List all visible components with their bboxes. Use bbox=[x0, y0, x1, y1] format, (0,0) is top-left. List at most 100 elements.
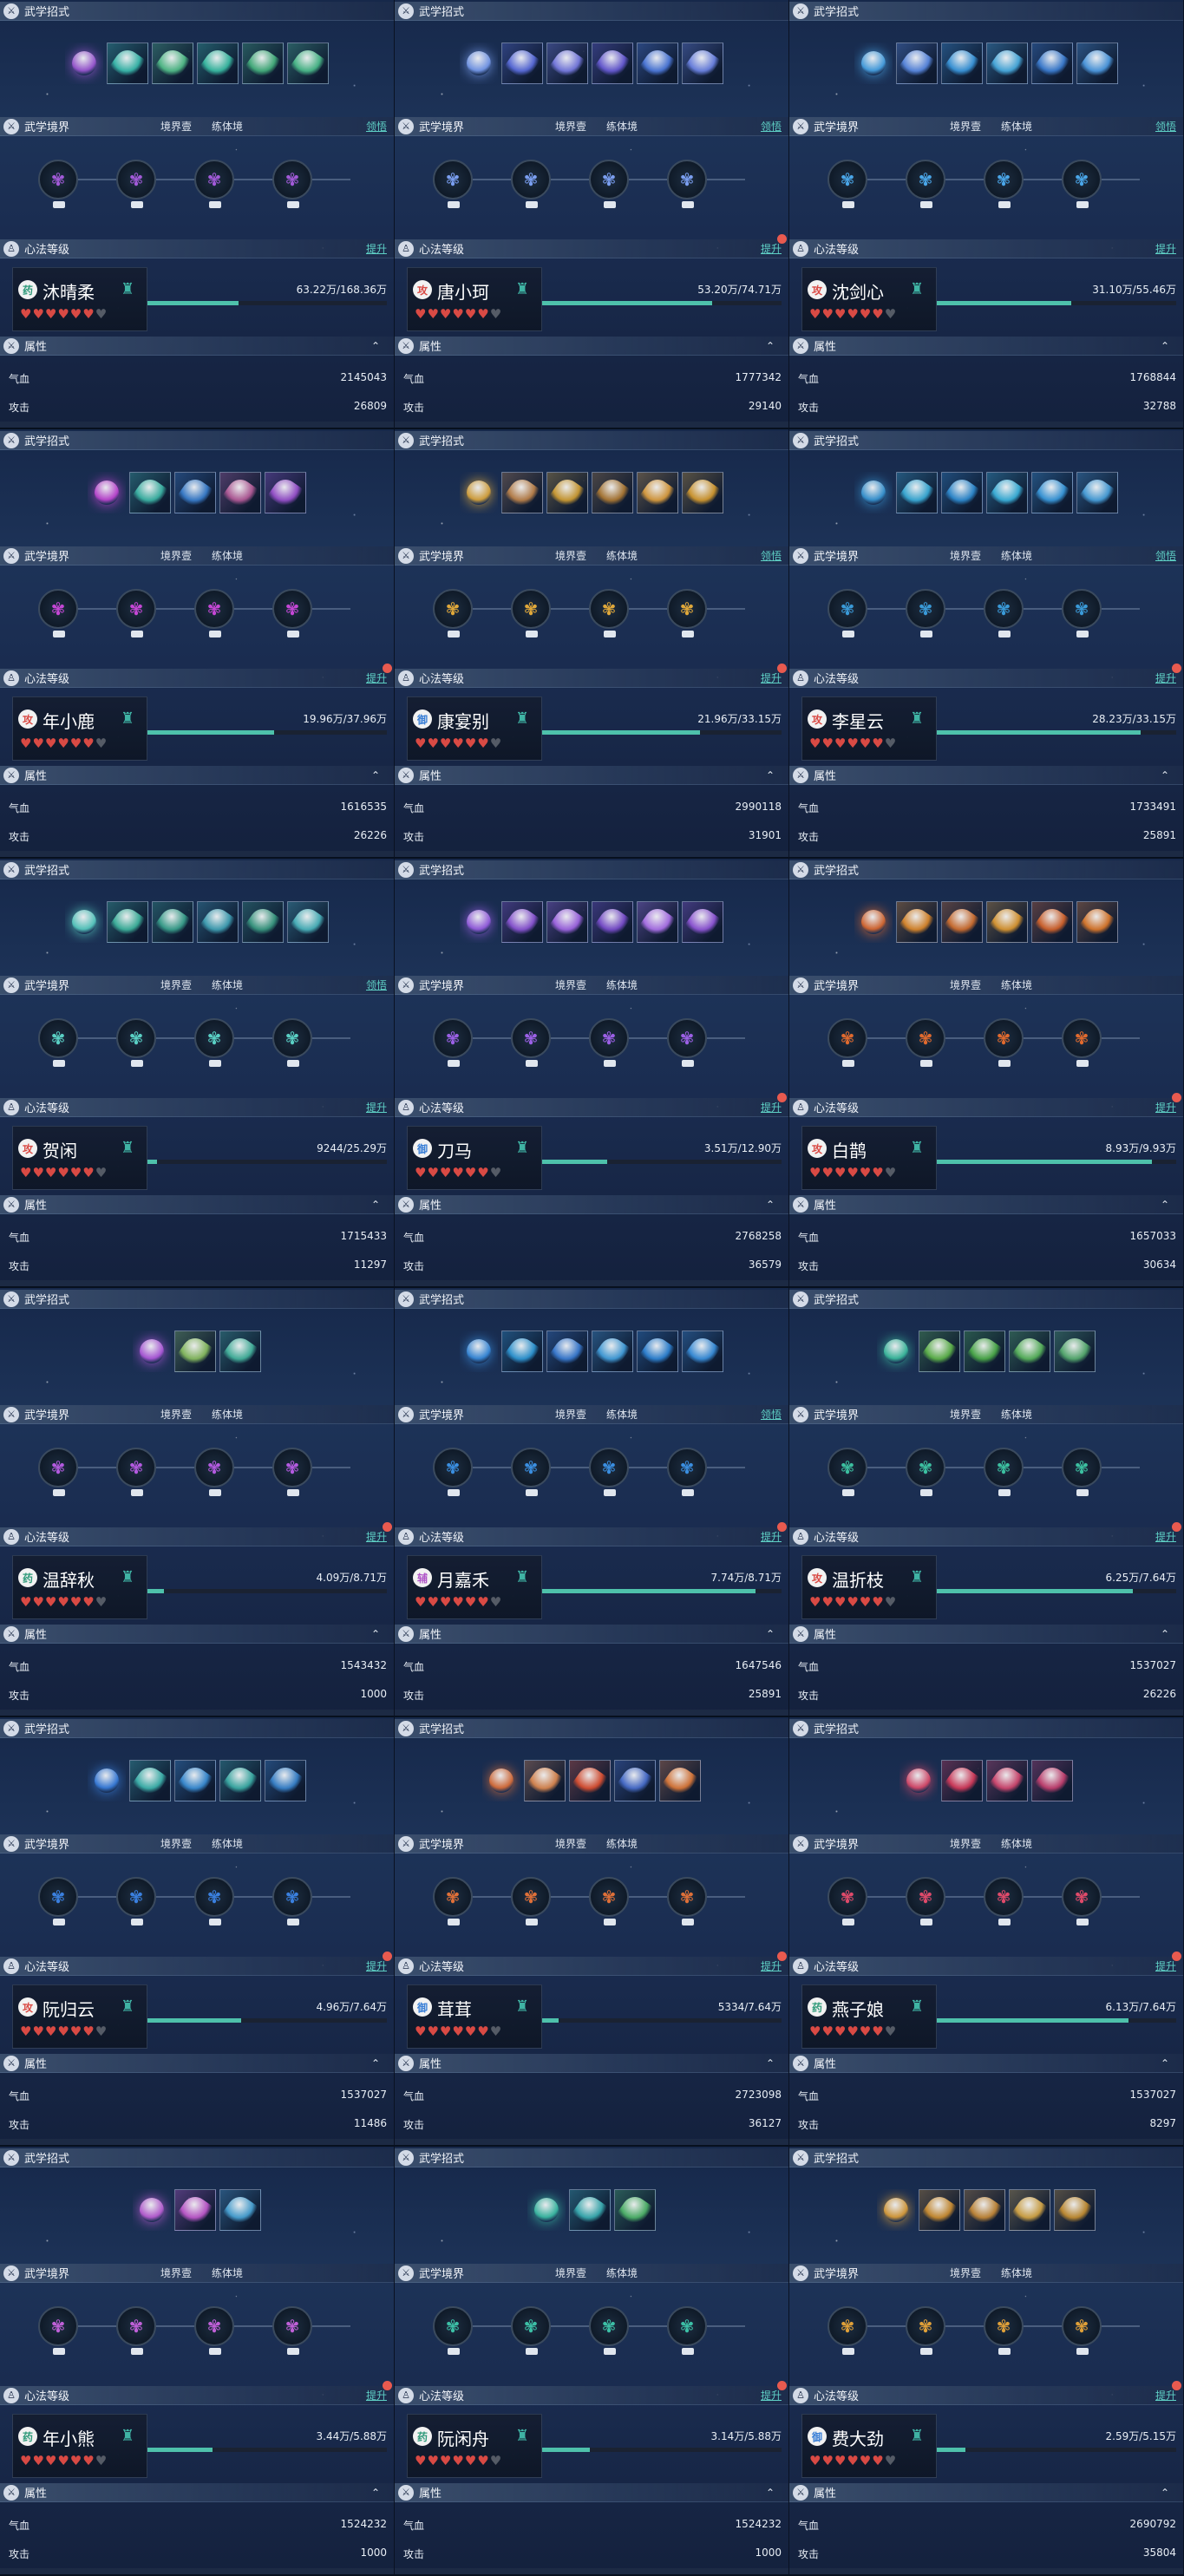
main-skill-icon[interactable] bbox=[460, 42, 498, 84]
character-card[interactable]: 御 刀马 ♜ ♥♥♥♥♥♥♥ bbox=[407, 1126, 542, 1190]
main-skill-icon[interactable] bbox=[854, 901, 893, 943]
main-skill-icon[interactable] bbox=[65, 901, 103, 943]
realm-node-icon[interactable]: ✾ bbox=[984, 1448, 1024, 1496]
skill-icon[interactable] bbox=[152, 42, 193, 84]
main-skill-icon[interactable] bbox=[65, 42, 103, 84]
realm-node-icon[interactable]: ✾ bbox=[194, 1018, 234, 1067]
skill-icon[interactable] bbox=[546, 42, 588, 84]
realm-node-icon[interactable]: ✾ bbox=[1062, 1448, 1102, 1496]
skill-icon[interactable] bbox=[265, 1760, 306, 1801]
character-card[interactable]: 攻 沈剑心 ♜ ♥♥♥♥♥♥♥ bbox=[801, 267, 937, 331]
skill-icon[interactable] bbox=[1031, 1760, 1073, 1801]
collapse-chevron-icon[interactable]: ⌃ bbox=[766, 769, 775, 781]
skill-icon[interactable] bbox=[592, 472, 633, 513]
skill-icon[interactable] bbox=[152, 901, 193, 943]
skill-icon[interactable] bbox=[964, 2189, 1005, 2231]
comprehend-link[interactable]: 领悟 bbox=[366, 977, 387, 992]
skill-icon[interactable] bbox=[896, 472, 938, 513]
upgrade-link[interactable]: 提升 bbox=[366, 2388, 387, 2403]
realm-node-icon[interactable]: ✾ bbox=[272, 2306, 312, 2355]
comprehend-link[interactable]: 领悟 bbox=[366, 119, 387, 134]
realm-node-icon[interactable]: ✾ bbox=[906, 1877, 945, 1925]
skill-icon[interactable] bbox=[174, 1330, 216, 1372]
upgrade-link[interactable]: 提升 bbox=[366, 670, 387, 685]
collapse-chevron-icon[interactable]: ⌃ bbox=[371, 340, 380, 352]
skill-icon[interactable] bbox=[986, 472, 1028, 513]
realm-node-icon[interactable]: ✾ bbox=[433, 1877, 473, 1925]
realm-node-icon[interactable]: ✾ bbox=[38, 1877, 78, 1925]
skill-icon[interactable] bbox=[637, 42, 678, 84]
upgrade-link[interactable]: 提升 bbox=[761, 1529, 782, 1544]
upgrade-link[interactable]: 提升 bbox=[761, 1100, 782, 1115]
skill-icon[interactable] bbox=[682, 42, 723, 84]
collapse-chevron-icon[interactable]: ⌃ bbox=[371, 2487, 380, 2499]
realm-node-icon[interactable]: ✾ bbox=[38, 2306, 78, 2355]
collapse-chevron-icon[interactable]: ⌃ bbox=[766, 1199, 775, 1211]
realm-node-icon[interactable]: ✾ bbox=[1062, 1018, 1102, 1067]
collapse-chevron-icon[interactable]: ⌃ bbox=[371, 1628, 380, 1640]
skill-icon[interactable] bbox=[569, 2189, 611, 2231]
skill-icon[interactable] bbox=[941, 472, 983, 513]
skill-icon[interactable] bbox=[197, 42, 239, 84]
main-skill-icon[interactable] bbox=[88, 472, 126, 513]
skill-icon[interactable] bbox=[287, 42, 329, 84]
realm-node-icon[interactable]: ✾ bbox=[433, 1018, 473, 1067]
realm-node-icon[interactable]: ✾ bbox=[511, 2306, 551, 2355]
main-skill-icon[interactable] bbox=[133, 1330, 171, 1372]
skill-icon[interactable] bbox=[637, 901, 678, 943]
skill-icon[interactable] bbox=[614, 2189, 656, 2231]
skill-icon[interactable] bbox=[659, 1760, 701, 1801]
realm-node-icon[interactable]: ✾ bbox=[116, 1877, 156, 1925]
realm-node-icon[interactable]: ✾ bbox=[433, 1448, 473, 1496]
skill-icon[interactable] bbox=[1076, 472, 1118, 513]
realm-node-icon[interactable]: ✾ bbox=[906, 160, 945, 208]
character-card[interactable]: 攻 年小鹿 ♜ ♥♥♥♥♥♥♥ bbox=[12, 696, 147, 761]
realm-node-icon[interactable]: ✾ bbox=[511, 589, 551, 637]
realm-node-icon[interactable]: ✾ bbox=[116, 1018, 156, 1067]
realm-node-icon[interactable]: ✾ bbox=[827, 1448, 867, 1496]
skill-icon[interactable] bbox=[174, 2189, 216, 2231]
skill-icon[interactable] bbox=[569, 1760, 611, 1801]
upgrade-link[interactable]: 提升 bbox=[1155, 670, 1176, 685]
realm-node-icon[interactable]: ✾ bbox=[1062, 589, 1102, 637]
realm-node-icon[interactable]: ✾ bbox=[827, 1877, 867, 1925]
skill-icon[interactable] bbox=[1009, 2189, 1050, 2231]
main-skill-icon[interactable] bbox=[460, 472, 498, 513]
skill-icon[interactable] bbox=[546, 1330, 588, 1372]
skill-icon[interactable] bbox=[174, 1760, 216, 1801]
realm-node-icon[interactable]: ✾ bbox=[589, 2306, 629, 2355]
skill-icon[interactable] bbox=[986, 42, 1028, 84]
skill-icon[interactable] bbox=[1031, 472, 1073, 513]
comprehend-link[interactable]: 领悟 bbox=[761, 119, 782, 134]
skill-icon[interactable] bbox=[501, 42, 543, 84]
realm-node-icon[interactable]: ✾ bbox=[511, 160, 551, 208]
realm-node-icon[interactable]: ✾ bbox=[667, 1877, 707, 1925]
skill-icon[interactable] bbox=[637, 1330, 678, 1372]
upgrade-link[interactable]: 提升 bbox=[1155, 1958, 1176, 1973]
character-card[interactable]: 攻 白鹊 ♜ ♥♥♥♥♥♥♥ bbox=[801, 1126, 937, 1190]
skill-icon[interactable] bbox=[546, 901, 588, 943]
realm-node-icon[interactable]: ✾ bbox=[272, 160, 312, 208]
main-skill-icon[interactable] bbox=[877, 1330, 915, 1372]
upgrade-link[interactable]: 提升 bbox=[366, 241, 387, 256]
realm-node-icon[interactable]: ✾ bbox=[194, 1877, 234, 1925]
realm-node-icon[interactable]: ✾ bbox=[272, 1018, 312, 1067]
main-skill-icon[interactable] bbox=[527, 2189, 566, 2231]
realm-node-icon[interactable]: ✾ bbox=[589, 160, 629, 208]
character-card[interactable]: 药 阮闲舟 ♜ ♥♥♥♥♥♥♥ bbox=[407, 2414, 542, 2478]
skill-icon[interactable] bbox=[219, 2189, 261, 2231]
character-card[interactable]: 攻 贺闲 ♜ ♥♥♥♥♥♥♥ bbox=[12, 1126, 147, 1190]
skill-icon[interactable] bbox=[1076, 901, 1118, 943]
skill-icon[interactable] bbox=[524, 1760, 566, 1801]
skill-icon[interactable] bbox=[107, 42, 148, 84]
skill-icon[interactable] bbox=[265, 472, 306, 513]
realm-node-icon[interactable]: ✾ bbox=[827, 160, 867, 208]
realm-node-icon[interactable]: ✾ bbox=[667, 160, 707, 208]
skill-icon[interactable] bbox=[1054, 1330, 1096, 1372]
realm-node-icon[interactable]: ✾ bbox=[194, 2306, 234, 2355]
collapse-chevron-icon[interactable]: ⌃ bbox=[766, 340, 775, 352]
skill-icon[interactable] bbox=[107, 901, 148, 943]
realm-node-icon[interactable]: ✾ bbox=[1062, 160, 1102, 208]
skill-icon[interactable] bbox=[1031, 42, 1073, 84]
character-card[interactable]: 攻 唐小珂 ♜ ♥♥♥♥♥♥♥ bbox=[407, 267, 542, 331]
